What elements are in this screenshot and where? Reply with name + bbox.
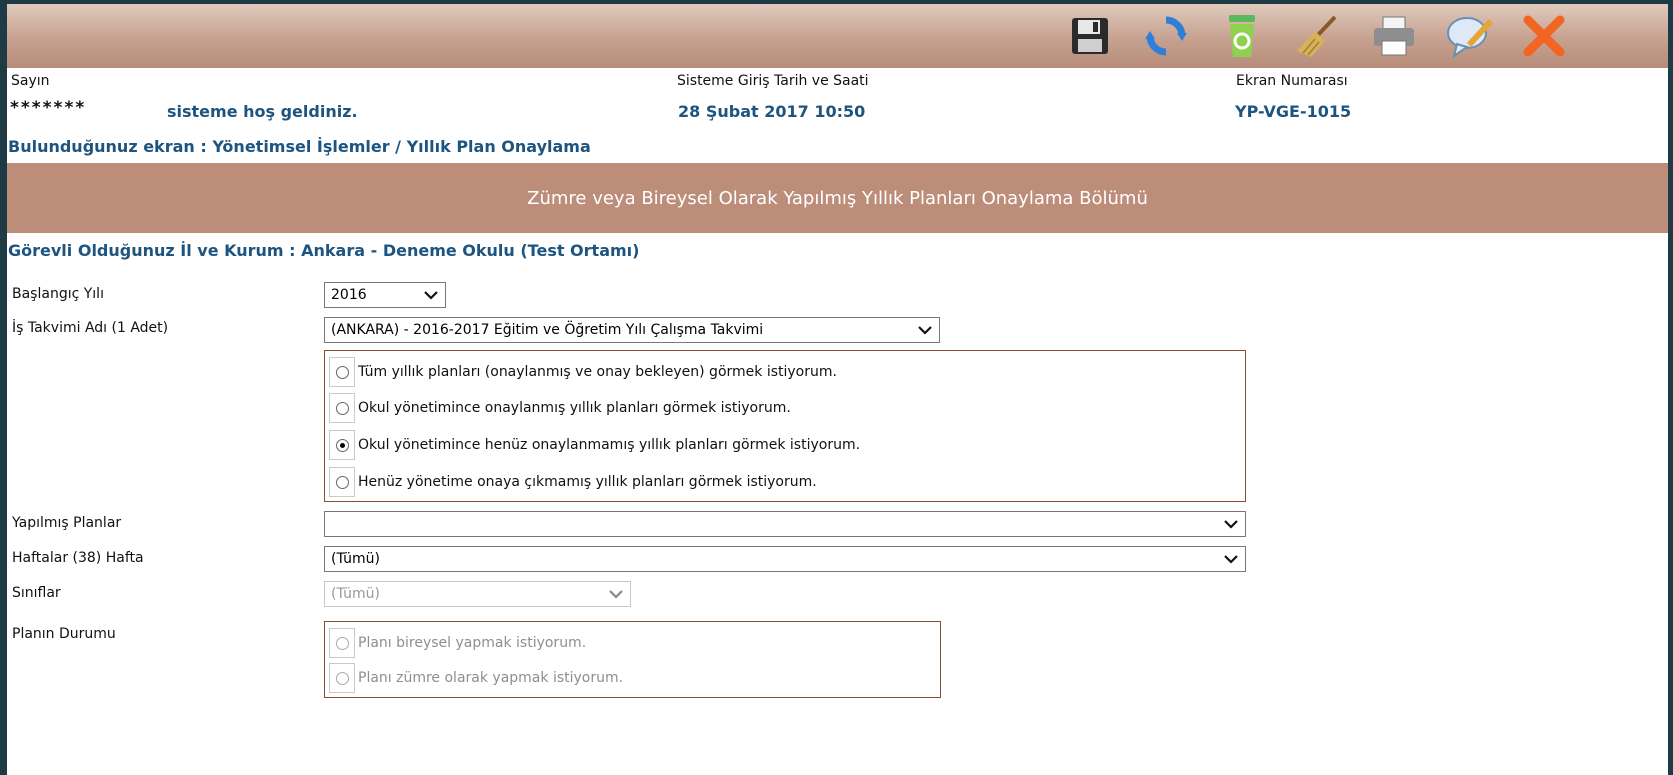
login-time-label: Sisteme Giriş Tarih ve Saati (677, 73, 869, 89)
work-calendar-label: İş Takvimi Adı (1 Adet) (12, 320, 169, 336)
radio-label: Okul yönetimince henüz onaylanmamış yıll… (358, 437, 861, 453)
classes-value: (Tümü) (331, 586, 380, 602)
login-time-value: 28 Şubat 2017 10:50 (678, 102, 866, 121)
plan-status-option: Planı bireysel yapmak istiyorum. (329, 628, 586, 658)
radio-cell (329, 393, 355, 423)
start-year-label: Başlangıç Yılı (12, 286, 104, 302)
classes-label: Sınıflar (12, 585, 61, 601)
radio-label: Planı zümre olarak yapmak istiyorum. (358, 670, 624, 686)
weeks-label: Haftalar (38) Hafta (12, 550, 144, 566)
printer-icon[interactable] (1369, 11, 1419, 61)
radio-button-selected[interactable] (335, 438, 349, 452)
screen-number-label: Ekran Numarası (1236, 73, 1348, 89)
plan-status-option: Planı zümre olarak yapmak istiyorum. (329, 663, 623, 693)
radio-button[interactable] (335, 475, 349, 489)
chevron-down-icon (1224, 520, 1238, 529)
chevron-down-icon (918, 326, 932, 335)
app-window: Sayın ******* sisteme hoş geldiniz. Sist… (7, 4, 1668, 775)
toolbar (7, 4, 1668, 68)
close-icon[interactable] (1519, 11, 1569, 61)
start-year-value: 2016 (331, 287, 367, 303)
plan-status-label: Planın Durumu (12, 626, 116, 642)
user-name: ******* (10, 98, 87, 118)
start-year-select[interactable]: 2016 (324, 282, 446, 308)
chevron-down-icon (1224, 555, 1238, 564)
radio-cell (329, 430, 355, 460)
institution-info: Görevli Olduğunuz İl ve Kurum : Ankara -… (8, 241, 640, 260)
radio-button (335, 636, 349, 650)
radio-cell (329, 357, 355, 387)
radio-cell (329, 467, 355, 497)
section-header: Zümre veya Bireysel Olarak Yapılmış Yıll… (7, 163, 1668, 233)
screen-number-value: YP-VGE-1015 (1235, 102, 1352, 121)
work-calendar-value: (ANKARA) - 2016-2017 Eğitim ve Öğretim Y… (331, 322, 764, 338)
radio-button[interactable] (335, 365, 349, 379)
section-title: Zümre veya Bireysel Olarak Yapılmış Yıll… (527, 187, 1148, 209)
chevron-down-icon (609, 590, 623, 599)
plan-filter-option[interactable]: Henüz yönetime onaya çıkmamış yıllık pla… (329, 467, 817, 497)
radio-label: Okul yönetimince onaylanmış yıllık planl… (358, 400, 791, 416)
chevron-down-icon (424, 291, 438, 300)
radio-label: Tüm yıllık planları (onaylanmış ve onay … (358, 364, 837, 380)
comment-edit-icon[interactable] (1445, 11, 1495, 61)
plans-select[interactable] (324, 511, 1246, 537)
refresh-icon[interactable] (1141, 11, 1191, 61)
welcome-text: sisteme hoş geldiniz. (167, 102, 358, 121)
plan-filter-option[interactable]: Tüm yıllık planları (onaylanmış ve onay … (329, 357, 837, 387)
plan-filter-option[interactable]: Okul yönetimince onaylanmış yıllık planl… (329, 393, 791, 423)
plans-label: Yapılmış Planlar (12, 515, 122, 531)
work-calendar-select[interactable]: (ANKARA) - 2016-2017 Eğitim ve Öğretim Y… (324, 317, 940, 343)
plan-status-group: Planı bireysel yapmak istiyorum. Planı z… (324, 621, 941, 698)
recycle-bin-icon[interactable] (1217, 11, 1267, 61)
radio-button[interactable] (335, 401, 349, 415)
broom-icon[interactable] (1293, 11, 1343, 61)
plan-filter-group: Tüm yıllık planları (onaylanmış ve onay … (324, 350, 1246, 502)
radio-label: Planı bireysel yapmak istiyorum. (358, 635, 587, 651)
save-icon[interactable] (1065, 11, 1115, 61)
plan-filter-option[interactable]: Okul yönetimince henüz onaylanmamış yıll… (329, 430, 860, 460)
radio-button (335, 671, 349, 685)
weeks-value: (Tümü) (331, 551, 380, 567)
breadcrumb: Bulunduğunuz ekran : Yönetimsel İşlemler… (8, 137, 591, 156)
greeting-label: Sayın (11, 73, 50, 89)
radio-cell (329, 663, 355, 693)
classes-select: (Tümü) (324, 581, 631, 607)
radio-label: Henüz yönetime onaya çıkmamış yıllık pla… (358, 474, 817, 490)
weeks-select[interactable]: (Tümü) (324, 546, 1246, 572)
radio-cell (329, 628, 355, 658)
